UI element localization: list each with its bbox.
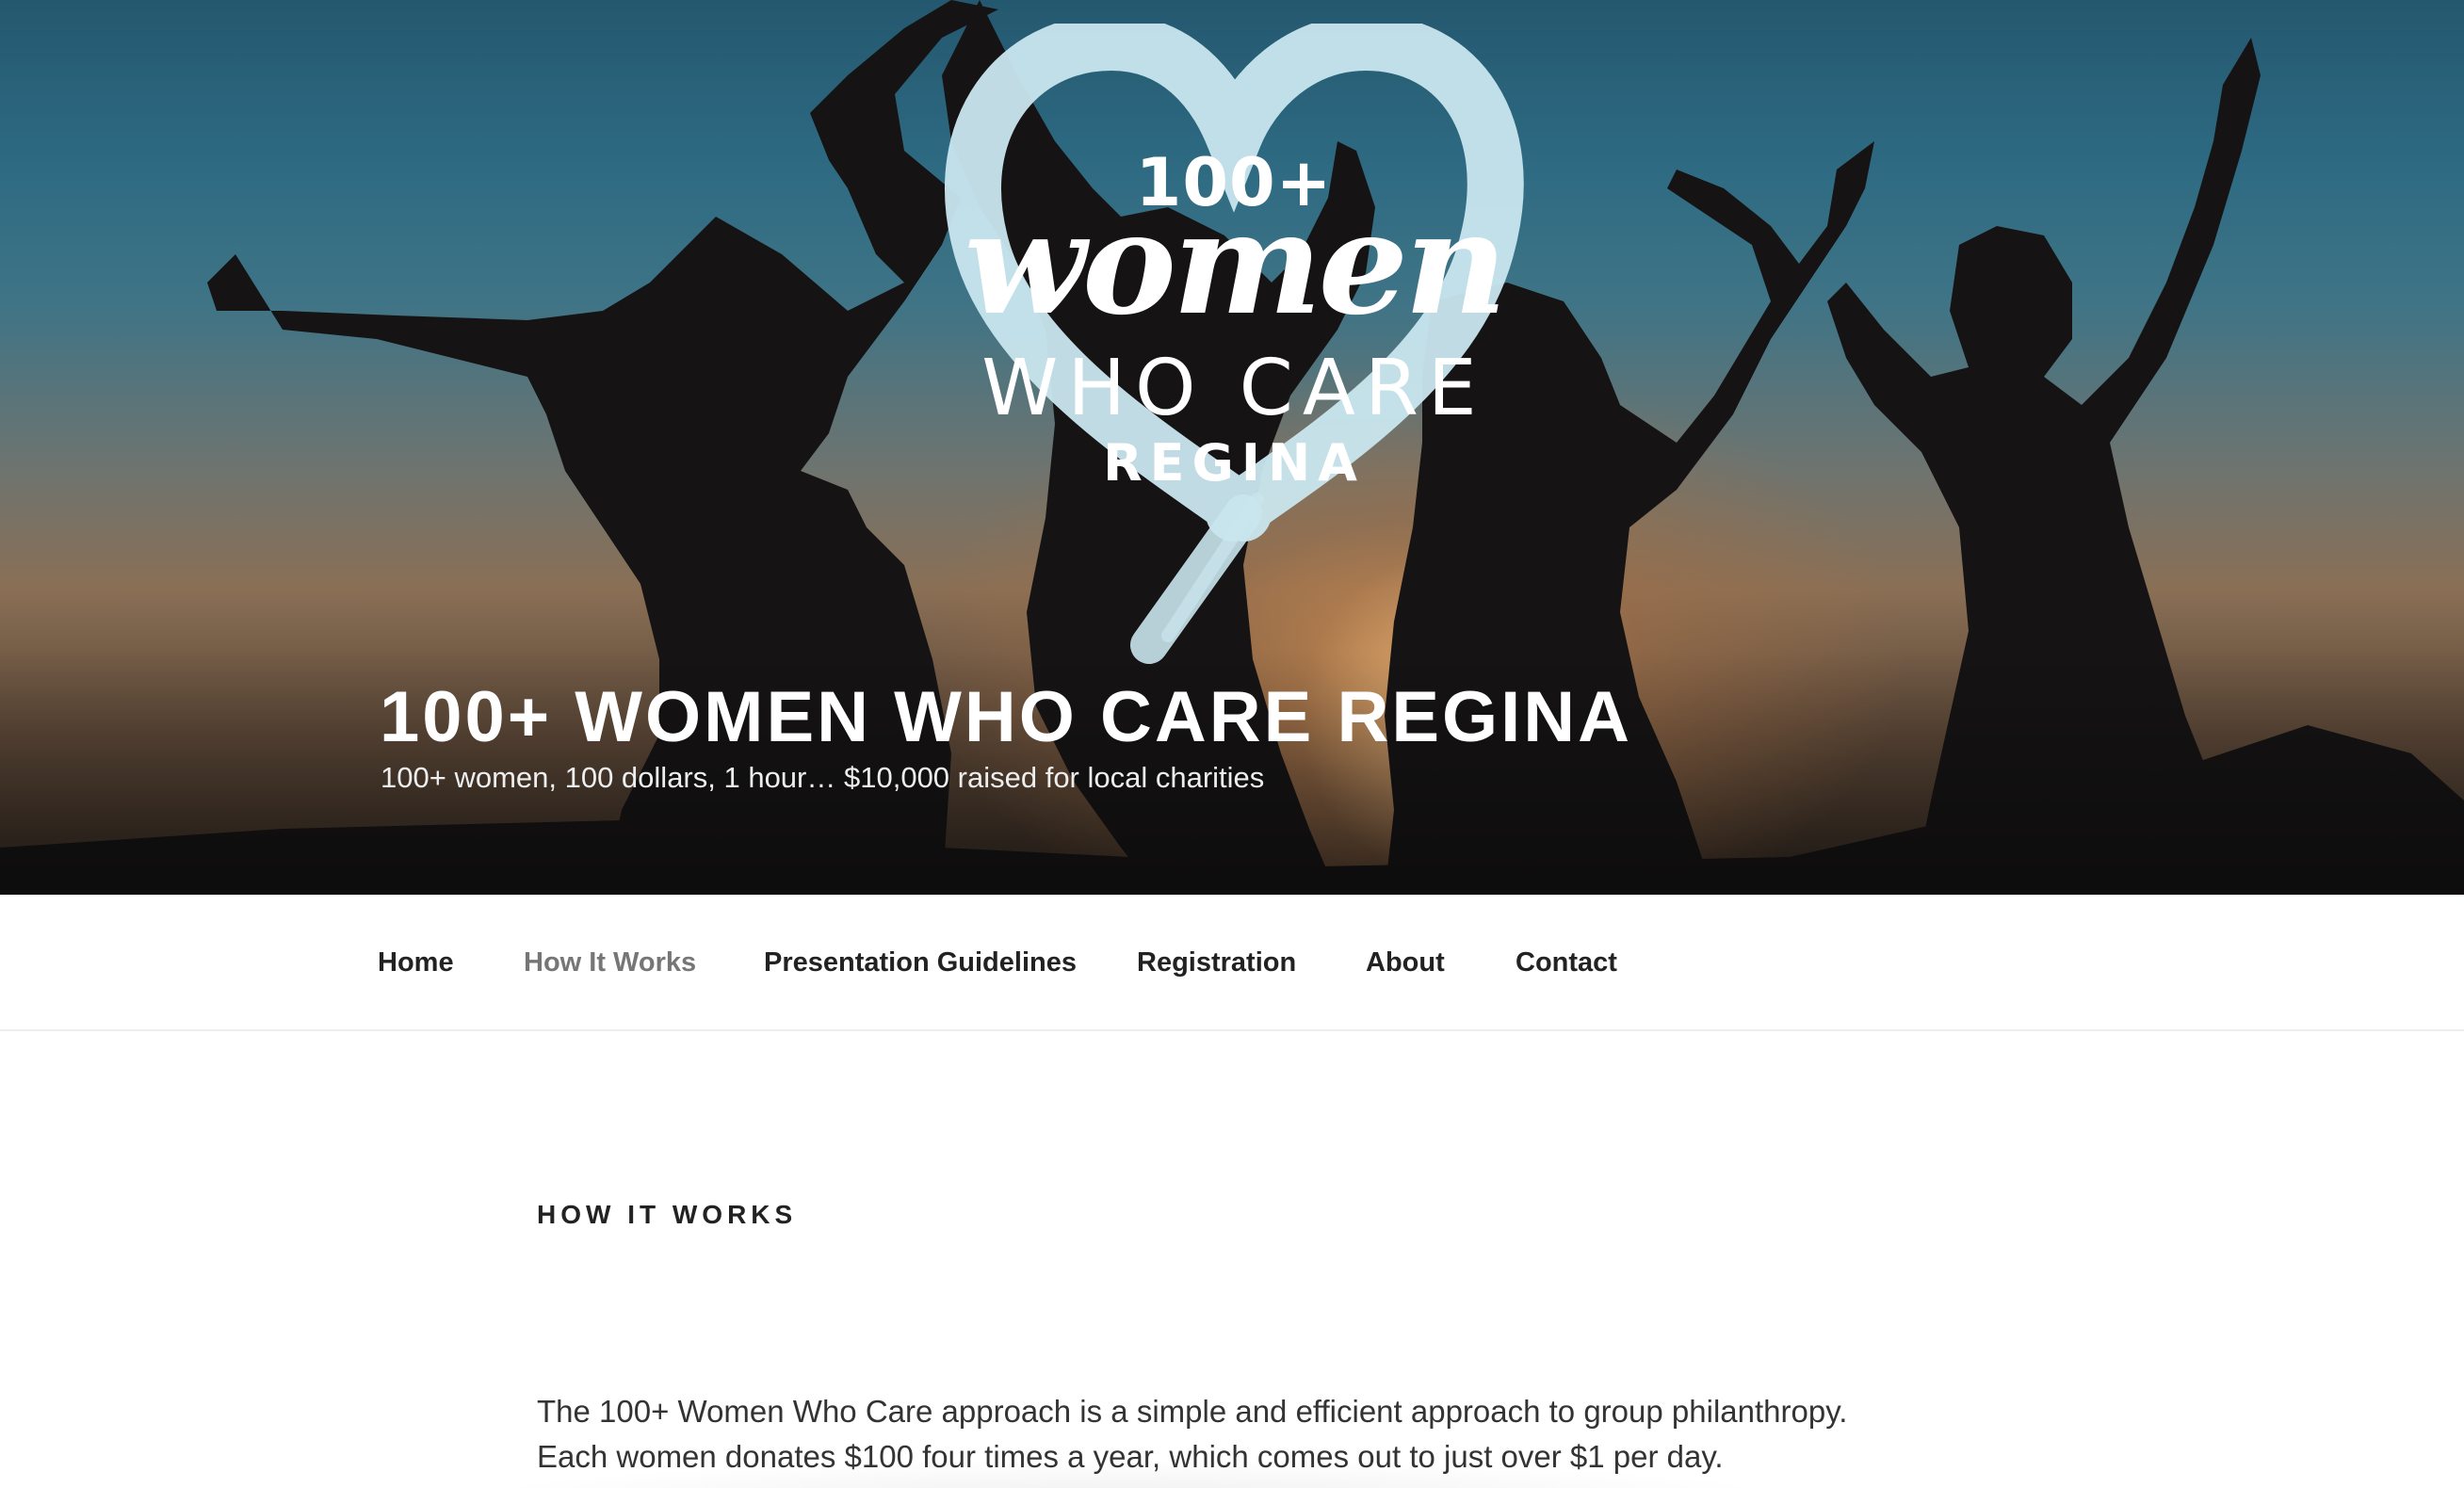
nav-item-how-it-works[interactable]: How It Works: [524, 947, 696, 979]
entry-content: The 100+ Women Who Care approach is a si…: [537, 1389, 1950, 1480]
page-title: HOW IT WORKS: [537, 1200, 798, 1229]
main-navigation: Home How It Works Presentation Guideline…: [0, 895, 2464, 1031]
nav-item-registration[interactable]: Registration: [1137, 947, 1296, 979]
nav-item-home[interactable]: Home: [378, 947, 454, 979]
paragraph-line-1: The 100+ Women Who Care approach is a si…: [537, 1394, 1848, 1429]
nav-item-about[interactable]: About: [1366, 947, 1445, 979]
site-title[interactable]: 100+ WOMEN WHO CARE REGINA: [380, 676, 1632, 758]
logo-text-who-care: WHO CARE: [981, 344, 1486, 433]
nav-item-presentation-guidelines[interactable]: Presentation Guidelines: [764, 947, 1077, 979]
logo-text-women: women: [964, 181, 1507, 347]
site-header-hero: 100+ women WHO CARE REGINA 100+ WOMEN WH…: [0, 0, 2464, 895]
logo-text-regina: REGINA: [1103, 433, 1365, 493]
paragraph-line-2: Each women donates $100 four times a yea…: [537, 1439, 1724, 1474]
site-logo[interactable]: 100+ women WHO CARE REGINA: [932, 24, 1535, 664]
nav-item-contact[interactable]: Contact: [1516, 947, 1617, 979]
site-tagline: 100+ women, 100 dollars, 1 hour… $10,000…: [381, 761, 1265, 794]
